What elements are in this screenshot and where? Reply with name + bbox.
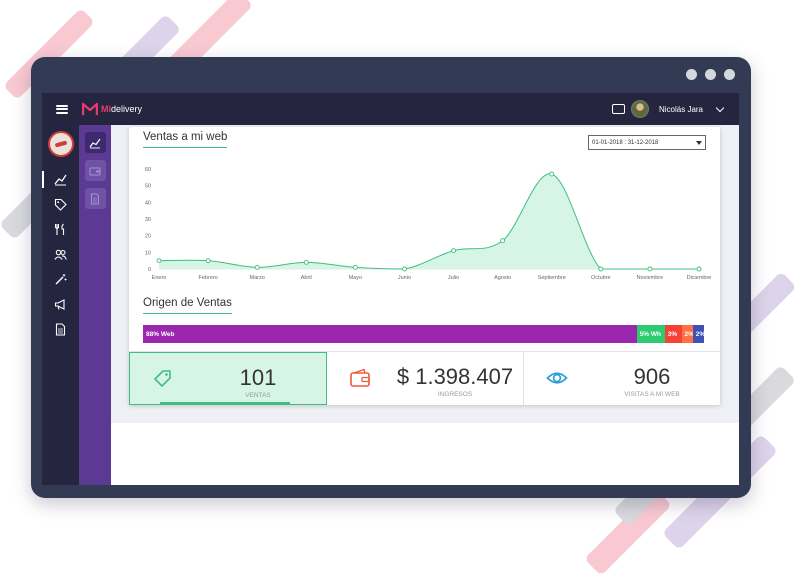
date-range-value: 01-01-2018 : 31-12-2018 xyxy=(592,139,659,146)
y-tick-label: 40 xyxy=(145,200,151,206)
x-tick-label: Octubre xyxy=(591,275,611,281)
x-tick-label: Diciembre xyxy=(687,275,712,281)
date-range-select[interactable]: 01-01-2018 : 31-12-2018 xyxy=(588,135,706,150)
x-tick-label: Mayo xyxy=(349,275,362,281)
document-icon xyxy=(55,323,66,336)
browser-frame: Midelivery Nicolás Jara Ventas a mi web … xyxy=(31,57,751,498)
stat-value: 906 xyxy=(633,364,671,389)
sidebar xyxy=(42,125,79,485)
x-tick-label: Febrero xyxy=(198,275,217,281)
y-tick-label: 30 xyxy=(145,217,151,223)
series-area xyxy=(159,173,699,269)
x-tick-label: Marzo xyxy=(250,275,265,281)
data-point[interactable] xyxy=(352,264,358,270)
sidebar-item-marketing[interactable] xyxy=(42,292,79,317)
wallet-icon xyxy=(350,368,370,387)
app-logo[interactable]: Midelivery xyxy=(82,102,142,116)
window-dot xyxy=(686,69,697,80)
logo-m-icon xyxy=(82,102,98,115)
stat-card-income[interactable]: $ 1.398.407 INGRESOS xyxy=(327,352,524,405)
x-tick-label: Agosto xyxy=(494,275,511,281)
main-content: Ventas a mi web 01-01-2018 : 31-12-2018 … xyxy=(111,125,739,423)
sidebar-item-menu[interactable] xyxy=(42,217,79,242)
sidebar-item-reports[interactable] xyxy=(42,317,79,342)
x-tick-label: Enero xyxy=(152,275,167,281)
data-point[interactable] xyxy=(254,264,260,270)
y-tick-label: 60 xyxy=(145,167,151,173)
dropdown-arrow-icon xyxy=(696,141,702,145)
megaphone-icon xyxy=(54,299,65,310)
file-icon xyxy=(91,193,99,204)
eye-icon xyxy=(546,372,568,384)
sidebar-item-customers[interactable] xyxy=(42,242,79,267)
stats-row: 101 VENTAS $ 1.398.407 INGRESOS 906 VISI… xyxy=(129,351,720,405)
sidebar-item-tools[interactable] xyxy=(42,267,79,292)
origin-stacked-bar: 88% Web5% Wh3%2%2% xyxy=(143,325,704,343)
stat-card-visits[interactable]: 906 VISITAS A MI WEB xyxy=(524,352,720,405)
y-tick-label: 0 xyxy=(148,267,151,273)
sales-chart-icon xyxy=(54,174,67,186)
window-dot xyxy=(724,69,735,80)
stat-card-sales[interactable]: 101 VENTAS xyxy=(129,352,327,405)
x-tick-label: Julio xyxy=(448,275,459,281)
origin-segment[interactable]: 88% Web xyxy=(143,325,637,343)
tag-icon xyxy=(154,370,171,387)
sidebar-item-promotions[interactable] xyxy=(42,192,79,217)
data-point[interactable] xyxy=(696,266,702,272)
user-name[interactable]: Nicolás Jara xyxy=(659,105,703,114)
tag-icon xyxy=(54,198,67,211)
origin-segment[interactable]: 5% Wh xyxy=(636,325,665,343)
data-point[interactable] xyxy=(205,258,211,264)
fullscreen-icon[interactable] xyxy=(611,104,625,114)
dashboard-card: Ventas a mi web 01-01-2018 : 31-12-2018 … xyxy=(129,127,720,405)
data-point[interactable] xyxy=(647,266,653,272)
app-name: Midelivery xyxy=(101,104,143,114)
x-tick-label: Junio xyxy=(398,275,411,281)
section-title-sales: Ventas a mi web xyxy=(143,131,228,148)
data-point[interactable] xyxy=(156,258,162,264)
x-tick-label: Abril xyxy=(301,275,312,281)
avatar[interactable] xyxy=(630,100,649,118)
data-point[interactable] xyxy=(303,259,309,265)
top-navbar: Midelivery Nicolás Jara xyxy=(42,93,739,125)
section-title-origin: Origen de Ventas xyxy=(143,297,232,314)
utensils-icon xyxy=(54,223,65,235)
origin-segment[interactable]: 2% xyxy=(681,325,693,343)
origin-segment[interactable]: 2% xyxy=(692,325,704,343)
data-point[interactable] xyxy=(402,266,407,272)
stat-label: VISITAS A MI WEB xyxy=(624,391,680,398)
data-point[interactable] xyxy=(598,266,604,272)
stat-value: 101 xyxy=(239,365,277,390)
app-screen: Midelivery Nicolás Jara Ventas a mi web … xyxy=(42,93,739,485)
y-tick-label: 10 xyxy=(145,250,151,256)
stat-label: INGRESOS xyxy=(437,391,473,398)
data-point[interactable] xyxy=(500,238,506,244)
stat-label: VENTAS xyxy=(245,392,271,399)
chart-icon xyxy=(89,138,101,148)
subnav-item-wallet[interactable] xyxy=(84,160,106,181)
y-tick-label: 50 xyxy=(145,184,151,190)
restaurant-logo[interactable] xyxy=(47,131,74,157)
menu-icon[interactable] xyxy=(56,104,68,114)
origin-segment[interactable]: 3% xyxy=(664,325,682,343)
sales-area-chart: 0 10 20 30 40 50 60 Enero Febrero Marzo Abril Mayo J… xyxy=(145,167,712,281)
series-line xyxy=(158,173,699,270)
x-tick-label: Septiembre xyxy=(538,275,566,281)
magic-wand-icon xyxy=(55,274,67,285)
window-dots xyxy=(686,69,735,80)
data-point[interactable] xyxy=(549,171,555,177)
users-icon xyxy=(54,249,67,260)
sidebar-item-sales[interactable] xyxy=(42,167,79,192)
y-tick-label: 20 xyxy=(145,234,151,240)
secondary-sidebar xyxy=(79,125,111,485)
subnav-item-charts[interactable] xyxy=(84,132,106,153)
wallet-icon xyxy=(89,167,101,175)
stat-underline xyxy=(160,402,290,404)
data-point[interactable] xyxy=(451,248,456,254)
x-tick-label: Noviembre xyxy=(637,275,664,281)
chevron-down-icon[interactable] xyxy=(715,103,725,112)
subnav-item-files[interactable] xyxy=(84,188,106,209)
window-dot xyxy=(705,69,716,80)
stat-value: $ 1.398.407 xyxy=(396,364,514,389)
